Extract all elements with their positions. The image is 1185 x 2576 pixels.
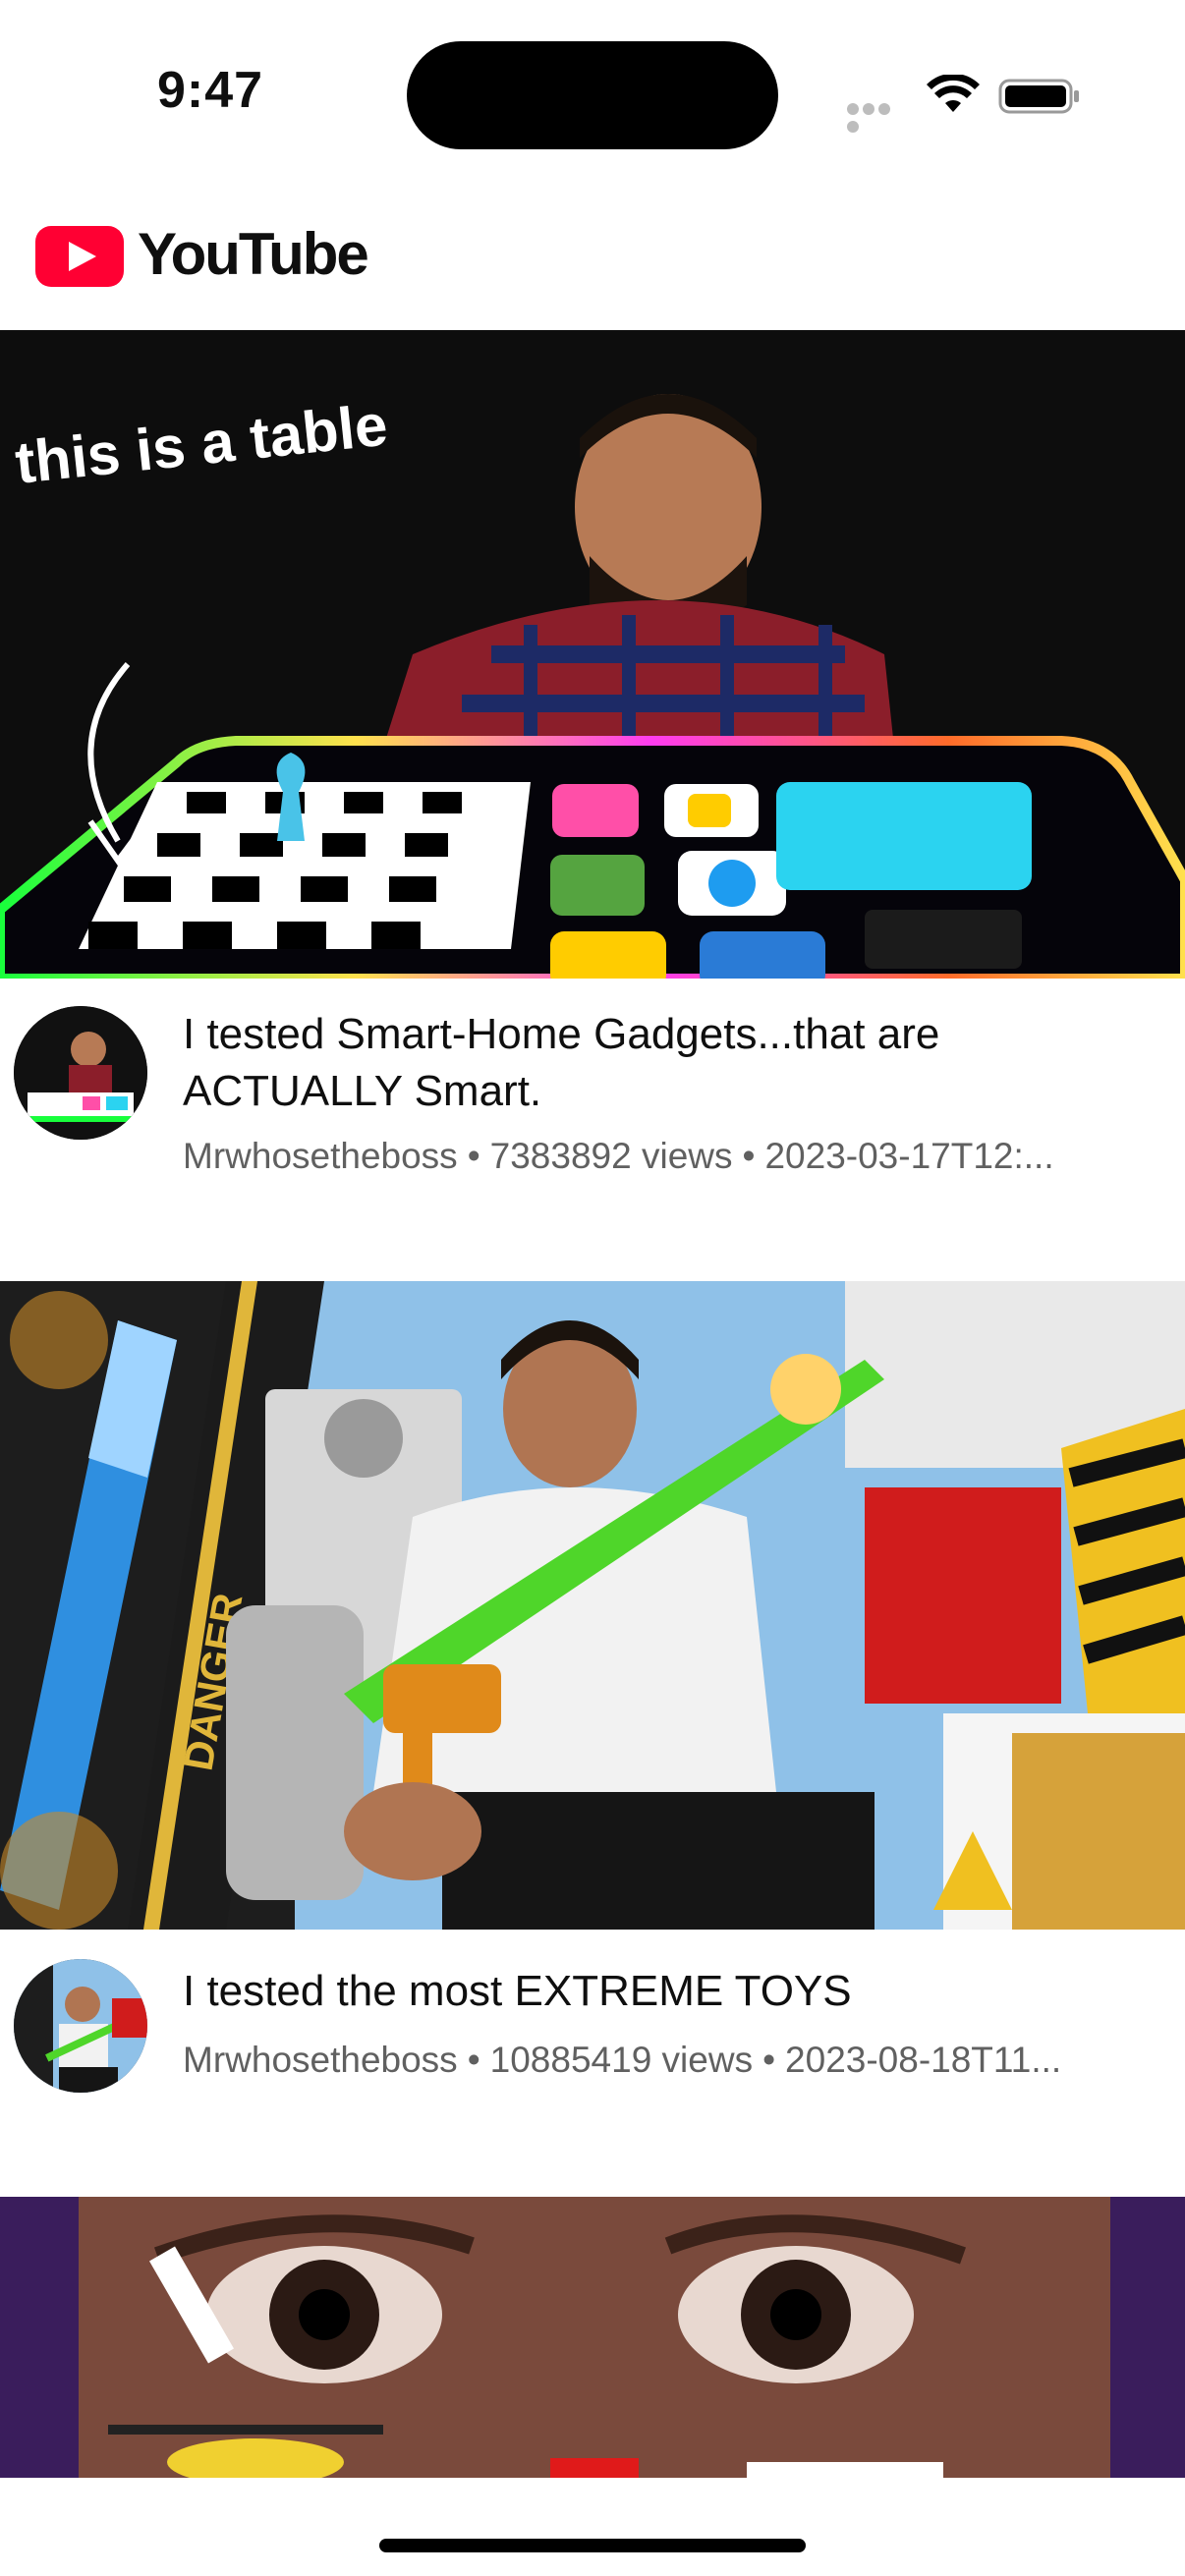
- extreme-toys-thumbnail-art: DANGER: [0, 1281, 1185, 1930]
- meta-separator: •: [467, 1136, 480, 1176]
- close-up-face-thumbnail-art: [0, 2197, 1185, 2478]
- meta-separator: •: [742, 1136, 756, 1176]
- video-title[interactable]: I tested Smart-Home Gadgets...that are A…: [183, 1006, 1165, 1120]
- home-bar: [0, 2478, 1185, 2576]
- dynamic-island: [407, 41, 778, 149]
- youtube-logo-text[interactable]: YouTube: [138, 220, 369, 288]
- channel-name[interactable]: Mrwhosetheboss: [183, 2040, 458, 2080]
- upload-date: 2023-08-18T11...: [785, 2040, 1062, 2080]
- video-meta: Mrwhosetheboss • 10885419 views • 2023-08-18…: [183, 2036, 1165, 2085]
- view-count: 7383892 views: [489, 1136, 733, 1176]
- meta-separator: •: [762, 2040, 776, 2080]
- video-thumbnail[interactable]: DANGER: [0, 1281, 1185, 1930]
- status-time: 9:47: [157, 62, 264, 119]
- channel-name[interactable]: Mrwhosetheboss: [183, 1136, 458, 1176]
- home-indicator[interactable]: [379, 2539, 806, 2552]
- view-count: 10885419 views: [489, 2040, 754, 2080]
- upload-date: 2023-03-17T12:...: [764, 1136, 1054, 1176]
- cellular-signal-icon: [847, 102, 908, 133]
- video-title[interactable]: I tested the most EXTREME TOYS: [183, 1963, 1165, 2020]
- battery-icon: [998, 79, 1079, 114]
- smart-table-thumbnail-art: this is a table: [0, 330, 1185, 979]
- wifi-icon: [927, 75, 980, 112]
- meta-separator: •: [467, 2040, 480, 2080]
- channel-avatar[interactable]: [14, 1959, 147, 2093]
- video-thumbnail[interactable]: this is a table: [0, 330, 1185, 979]
- video-meta: Mrwhosetheboss • 7383892 views • 2023-03-17T…: [183, 1132, 1165, 1181]
- youtube-logo-icon[interactable]: [35, 226, 124, 287]
- channel-avatar[interactable]: [14, 1006, 147, 1140]
- video-thumbnail[interactable]: [0, 2197, 1185, 2478]
